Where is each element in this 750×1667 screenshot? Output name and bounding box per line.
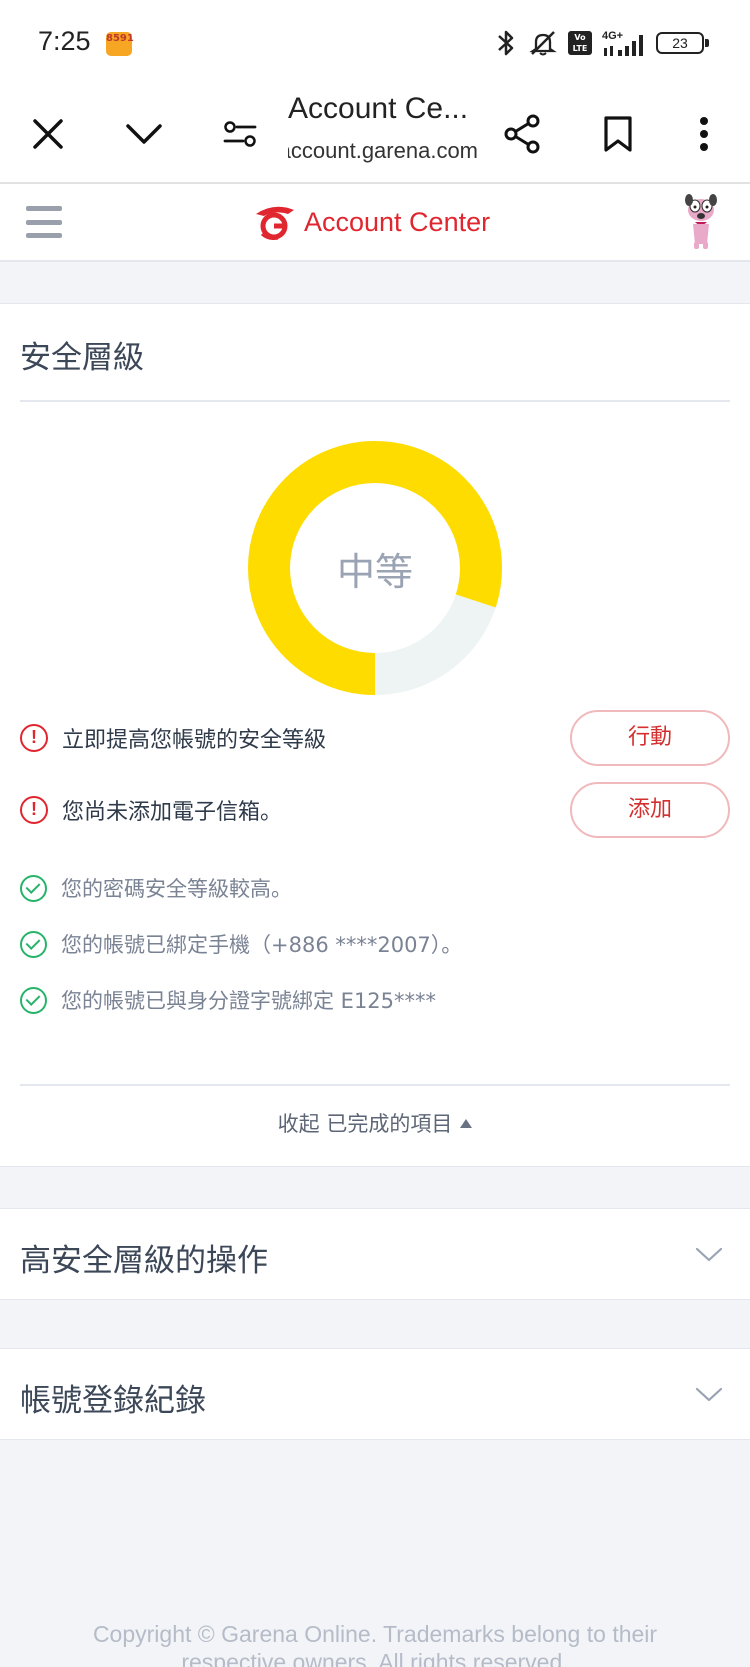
volte-icon: Vo LTE — [568, 31, 592, 55]
site-settings-icon — [223, 121, 257, 147]
close-icon — [33, 119, 63, 149]
login-history-section[interactable]: 帳號登錄紀錄 — [0, 1348, 750, 1440]
bookmark-icon — [604, 116, 632, 152]
status-icons: Vo LTE 4G+ 23 — [494, 26, 709, 60]
tab-title[interactable]: Account Ce... — [288, 92, 468, 126]
completed-text: 您的密碼安全等級較高。 — [61, 877, 292, 901]
divider — [20, 400, 730, 402]
svg-text:4G+: 4G+ — [602, 30, 623, 42]
bookmark-button[interactable] — [590, 106, 646, 162]
add-email-button[interactable]: 添加 — [570, 782, 730, 838]
status-bar: 7:25 8591 Vo LTE 4G+ 23 — [0, 0, 750, 86]
security-level-title: 安全層級 — [20, 340, 144, 376]
security-level-card: 安全層級 中等 ! 立即提高您帳號的安全等級 行動 ! 您尚未添加電子信箱。 添… — [0, 303, 750, 1167]
garena-logo-icon — [256, 206, 294, 240]
url-field[interactable]: account.garena.com — [288, 138, 478, 164]
menu-icon[interactable] — [26, 206, 62, 238]
footer-copyright: Copyright © Garena Online. Trademarks be… — [0, 1620, 750, 1667]
alert-text: 立即提高您帳號的安全等級 — [62, 728, 327, 753]
completed-item: 您的密碼安全等級較高。 — [20, 870, 730, 906]
alert-item: ! 您尚未添加電子信箱。 添加 — [20, 782, 730, 838]
browser-toolbar: Account Ce... account.garena.com — [0, 86, 750, 184]
mute-icon — [529, 31, 557, 56]
completed-text: 您的帳號已與身分證字號綁定 E125**** — [61, 989, 437, 1013]
more-menu-button[interactable] — [676, 106, 732, 162]
warning-icon: ! — [20, 724, 48, 752]
copyright-line: Copyright © Garena Online. Trademarks be… — [92, 1621, 658, 1647]
completed-item: 您的帳號已與身分證字號綁定 E125**** — [20, 982, 730, 1018]
brand-logo[interactable]: Account Center — [252, 204, 490, 240]
triangle-up-icon — [460, 1119, 473, 1128]
close-tab-button[interactable] — [20, 106, 76, 162]
divider — [20, 1084, 730, 1086]
brand-title: Account Center — [304, 206, 491, 237]
completed-text: 您的帳號已綁定手機（+886 ****2007）。 — [61, 933, 463, 957]
site-header: Account Center — [0, 184, 750, 262]
bluetooth-icon — [498, 30, 514, 56]
status-time: 7:25 — [38, 26, 91, 56]
minimize-button[interactable] — [116, 106, 172, 162]
high-security-operations-section[interactable]: 高安全層級的操作 — [0, 1208, 750, 1300]
security-level-label: 中等 — [336, 550, 413, 594]
check-circle-icon — [20, 986, 47, 1014]
take-action-button[interactable]: 行動 — [570, 710, 730, 766]
copyright-line: respective owners. All rights reserved. — [181, 1649, 569, 1667]
alert-text: 您尚未添加電子信箱。 — [62, 800, 283, 825]
check-circle-icon — [20, 930, 47, 958]
chevron-down-icon — [695, 1247, 723, 1262]
chevron-down-icon — [695, 1387, 723, 1402]
share-icon — [504, 114, 540, 154]
collapse-label: 收起 已完成的項目 — [277, 1112, 453, 1136]
site-settings-button[interactable] — [212, 106, 268, 162]
chevron-down-icon — [126, 124, 162, 144]
section-title: 帳號登錄紀錄 — [20, 1383, 206, 1419]
battery-icon: 23 — [656, 32, 709, 54]
check-circle-icon — [20, 874, 47, 902]
completed-item: 您的帳號已綁定手機（+886 ****2007）。 — [20, 926, 730, 962]
avatar[interactable] — [680, 194, 722, 250]
section-title: 高安全層級的操作 — [20, 1243, 268, 1279]
app-notification-icon: 8591 — [106, 32, 134, 56]
warning-icon: ! — [20, 796, 48, 824]
more-icon — [700, 117, 708, 151]
share-button[interactable] — [494, 106, 550, 162]
alert-item: ! 立即提高您帳號的安全等級 行動 — [20, 710, 730, 766]
signal-icon: 4G+ — [602, 30, 643, 56]
collapse-completed-toggle[interactable]: 收起 已完成的項目 — [0, 1108, 750, 1138]
